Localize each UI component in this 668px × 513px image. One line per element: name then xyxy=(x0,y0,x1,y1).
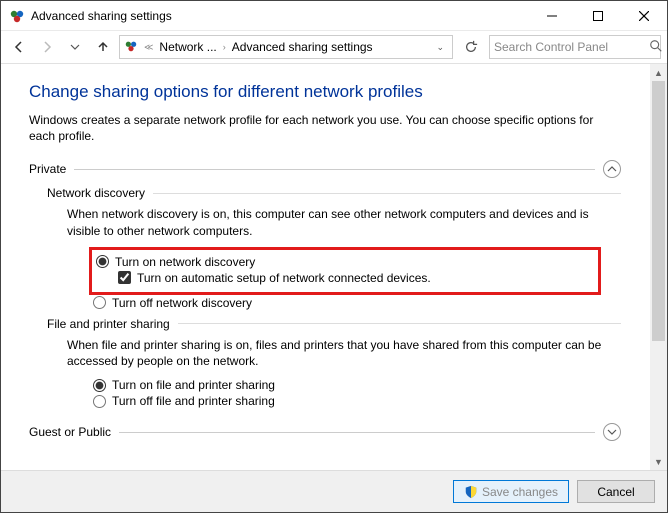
section-label: Private xyxy=(29,162,66,176)
button-label: Save changes xyxy=(482,485,558,499)
chevron-up-icon[interactable] xyxy=(603,160,621,178)
toolbar: ≪ Network ... › Advanced sharing setting… xyxy=(1,31,667,64)
vertical-scrollbar[interactable]: ▲ ▼ xyxy=(650,64,667,470)
search-box[interactable] xyxy=(489,35,661,59)
divider xyxy=(119,432,595,433)
network-discovery-description: When network discovery is on, this compu… xyxy=(67,206,621,238)
back-button[interactable] xyxy=(7,35,31,59)
subsection-file-printer-sharing: File and printer sharing xyxy=(47,317,621,331)
chevron-right-icon[interactable]: › xyxy=(221,42,228,52)
control-panel-icon xyxy=(124,39,138,56)
divider xyxy=(74,169,595,170)
radio-label: Turn on file and printer sharing xyxy=(112,378,275,392)
divider xyxy=(178,323,621,324)
section-guest-public[interactable]: Guest or Public xyxy=(29,423,621,441)
forward-button[interactable] xyxy=(35,35,59,59)
radio-label: Turn off network discovery xyxy=(112,296,252,310)
divider xyxy=(153,193,621,194)
scroll-track[interactable] xyxy=(650,81,667,453)
subsection-label: File and printer sharing xyxy=(47,317,170,331)
subsection-label: Network discovery xyxy=(47,186,145,200)
checkbox-label: Turn on automatic setup of network conne… xyxy=(137,271,431,285)
cancel-button[interactable]: Cancel xyxy=(577,480,655,503)
search-icon[interactable] xyxy=(649,39,663,56)
radio-turn-on-network-discovery[interactable]: Turn on network discovery xyxy=(96,254,592,270)
window-title: Advanced sharing settings xyxy=(31,9,172,23)
highlight-box: Turn on network discovery Turn on automa… xyxy=(89,247,601,295)
search-input[interactable] xyxy=(494,40,649,54)
uac-shield-icon xyxy=(464,485,478,499)
radio-input[interactable] xyxy=(93,296,106,309)
control-panel-icon xyxy=(9,8,25,24)
file-printer-description: When file and printer sharing is on, fil… xyxy=(67,337,621,369)
radio-label: Turn on network discovery xyxy=(115,255,255,269)
content-pane: Change sharing options for different net… xyxy=(1,64,667,470)
radio-label: Turn off file and printer sharing xyxy=(112,394,275,408)
scroll-up-icon[interactable]: ▲ xyxy=(650,64,667,81)
recent-locations-button[interactable] xyxy=(63,35,87,59)
checkbox-auto-setup-devices[interactable]: Turn on automatic setup of network conne… xyxy=(118,270,592,286)
close-button[interactable] xyxy=(621,1,667,31)
radio-input[interactable] xyxy=(93,395,106,408)
save-changes-button[interactable]: Save changes xyxy=(453,480,569,503)
footer: Save changes Cancel xyxy=(1,470,667,512)
subsection-network-discovery: Network discovery xyxy=(47,186,621,200)
breadcrumb-item[interactable]: Advanced sharing settings xyxy=(232,40,373,54)
page-description: Windows creates a separate network profi… xyxy=(29,112,619,144)
address-bar[interactable]: ≪ Network ... › Advanced sharing setting… xyxy=(119,35,453,59)
minimize-button[interactable] xyxy=(529,1,575,31)
breadcrumb-item[interactable]: Network ... xyxy=(159,40,216,54)
page-heading: Change sharing options for different net… xyxy=(29,82,621,102)
maximize-button[interactable] xyxy=(575,1,621,31)
scroll-down-icon[interactable]: ▼ xyxy=(650,453,667,470)
chevron-down-icon[interactable] xyxy=(603,423,621,441)
checkbox-input[interactable] xyxy=(118,271,131,284)
section-label: Guest or Public xyxy=(29,425,111,439)
titlebar: Advanced sharing settings xyxy=(1,1,667,31)
button-label: Cancel xyxy=(597,485,634,499)
radio-input[interactable] xyxy=(96,255,109,268)
radio-input[interactable] xyxy=(93,379,106,392)
scroll-thumb[interactable] xyxy=(652,81,665,341)
section-private[interactable]: Private xyxy=(29,160,621,178)
refresh-button[interactable] xyxy=(457,35,485,59)
radio-turn-off-file-printer-sharing[interactable]: Turn off file and printer sharing xyxy=(93,393,621,409)
address-dropdown-icon[interactable]: ⌄ xyxy=(432,42,448,53)
up-button[interactable] xyxy=(91,35,115,59)
breadcrumb-separator-icon: ≪ xyxy=(142,42,155,53)
radio-turn-on-file-printer-sharing[interactable]: Turn on file and printer sharing xyxy=(93,377,621,393)
radio-turn-off-network-discovery[interactable]: Turn off network discovery xyxy=(93,295,621,311)
